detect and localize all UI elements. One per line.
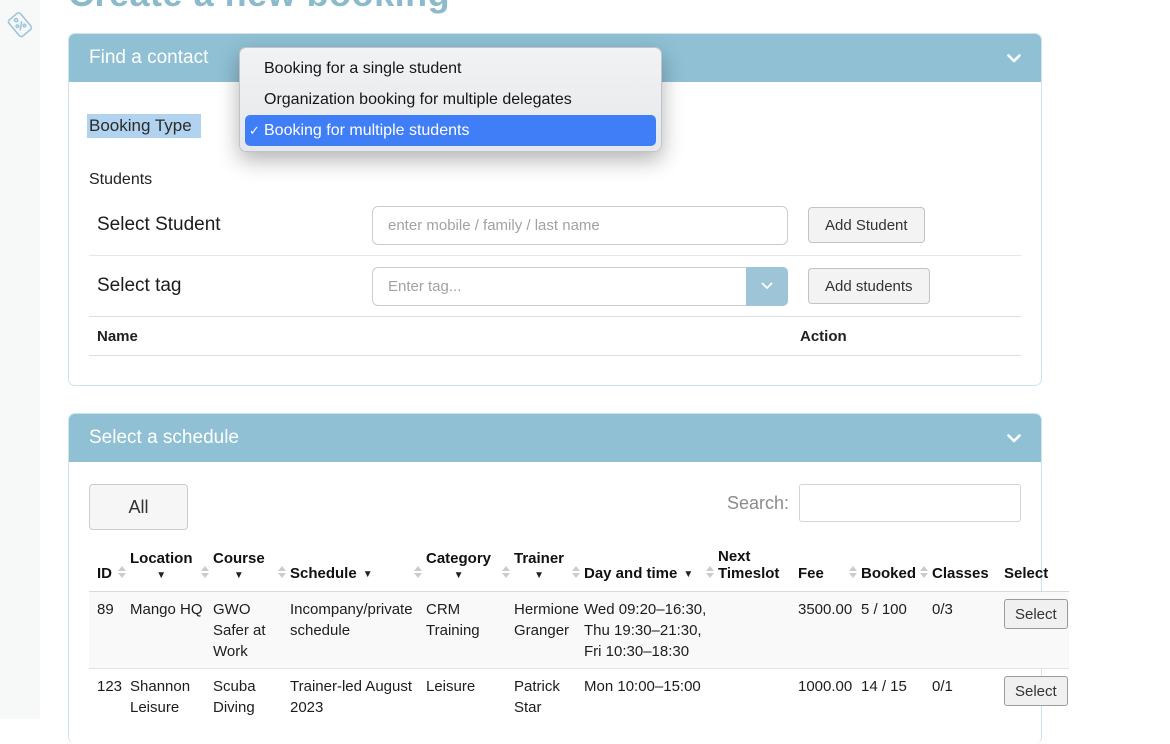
checkmark-icon: ✓ (249, 115, 260, 146)
filter-caret-icon[interactable]: ▼ (514, 570, 564, 582)
find-contact-title: Find a contact (89, 47, 208, 69)
cell-schedule: Incompany/private schedule (290, 592, 426, 669)
schedule-row-123: 123 Shannon Leisure Scuba Diving Trainer… (89, 669, 1069, 725)
chevron-down-icon[interactable] (1007, 434, 1021, 443)
left-sidebar (0, 0, 40, 719)
cell-booked: 5 / 100 (861, 592, 932, 669)
filter-caret-icon[interactable]: ▼ (130, 570, 193, 582)
select-tag-row: Select tag Add students (89, 266, 1021, 306)
sort-icon[interactable] (849, 566, 858, 578)
chevron-down-icon (761, 282, 773, 290)
tag-input-group (372, 267, 788, 306)
select-schedule-button[interactable]: Select (1004, 676, 1068, 706)
select-schedule-button[interactable]: Select (1004, 599, 1068, 629)
dropdown-option-organization[interactable]: ✓ Organization booking for multiple dele… (245, 84, 656, 115)
sort-icon[interactable] (118, 566, 127, 578)
dropdown-option-single-student[interactable]: ✓ Booking for a single student (245, 53, 656, 84)
schedule-toolbar: All Search: (89, 462, 1021, 530)
divider (89, 255, 1021, 256)
cell-classes: 0/1 (932, 669, 1004, 725)
col-header-day-time[interactable]: Day and time▼ (584, 542, 718, 592)
col-header-course[interactable]: Course ▼ (213, 542, 290, 592)
cell-next-timeslot (718, 669, 798, 725)
contacts-col-action: Action (800, 328, 847, 345)
sort-icon[interactable] (502, 566, 511, 578)
select-schedule-panel-header[interactable]: Select a schedule (69, 414, 1041, 462)
cell-next-timeslot (718, 592, 798, 669)
cell-trainer: Hermione Granger (514, 592, 584, 669)
sort-icon[interactable] (278, 566, 287, 578)
schedule-row-89: 89 Mango HQ GWO Safer at Work Incompany/… (89, 592, 1069, 669)
tag-input[interactable] (372, 267, 746, 306)
add-student-button[interactable]: Add Student (808, 207, 925, 243)
cell-id: 123 (89, 669, 130, 725)
col-header-next-timeslot: Next Timeslot (718, 542, 798, 592)
all-filter-button[interactable]: All (89, 484, 188, 530)
dropdown-option-multiple-students[interactable]: ✓ Booking for multiple students (245, 115, 656, 146)
col-header-fee[interactable]: Fee (798, 542, 861, 592)
cell-trainer: Patrick Star (514, 669, 584, 725)
sort-icon[interactable] (920, 566, 929, 578)
cell-category: Leisure (426, 669, 514, 725)
select-schedule-body: All Search: ID Location (69, 462, 1041, 724)
col-header-location[interactable]: Location ▼ (130, 542, 213, 592)
cell-course: Scuba Diving (213, 669, 290, 725)
tag-dropdown-button[interactable] (746, 267, 788, 306)
cell-fee: 1000.00 (798, 669, 861, 725)
ticket-percent-icon[interactable] (5, 8, 35, 40)
search-input[interactable] (799, 484, 1021, 522)
select-schedule-panel: Select a schedule All Search: ID (68, 413, 1042, 744)
col-header-category[interactable]: Category ▼ (426, 542, 514, 592)
cell-schedule: Trainer-led August 2023 (290, 669, 426, 725)
filter-caret-icon[interactable]: ▼ (683, 569, 693, 580)
schedule-search: Search: (727, 484, 1021, 522)
chevron-down-icon[interactable] (1007, 54, 1021, 63)
col-header-id[interactable]: ID (89, 542, 130, 592)
select-student-row: Select Student Add Student (89, 205, 1021, 245)
booking-type-dropdown: ✓ Booking for a single student ✓ Organiz… (239, 47, 662, 152)
cell-booked: 14 / 15 (861, 669, 932, 725)
contacts-table-header: Name Action (89, 316, 1021, 356)
cell-day-time: Mon 10:00–15:00 (584, 669, 718, 725)
cell-day-time: Wed 09:20–16:30, Thu 19:30–21:30, Fri 10… (584, 592, 718, 669)
booking-type-label: Booking Type (87, 114, 201, 138)
sort-icon[interactable] (201, 566, 210, 578)
cell-location: Shannon Leisure (130, 669, 213, 725)
cell-classes: 0/3 (932, 592, 1004, 669)
col-header-booked[interactable]: Booked (861, 542, 932, 592)
filter-caret-icon[interactable]: ▼ (363, 569, 373, 580)
filter-caret-icon[interactable]: ▼ (213, 570, 265, 582)
sort-icon[interactable] (414, 566, 423, 578)
schedule-table: ID Location ▼ Course ▼ Schedule (89, 542, 1069, 724)
select-schedule-title: Select a schedule (89, 427, 239, 449)
sort-icon[interactable] (572, 566, 581, 578)
col-header-select: Select (1004, 542, 1069, 592)
cell-category: CRM Training (426, 592, 514, 669)
select-tag-label: Select tag (89, 275, 372, 297)
add-students-button[interactable]: Add students (808, 268, 930, 304)
schedule-header-row: ID Location ▼ Course ▼ Schedule (89, 542, 1069, 592)
page-title: Create a new booking (68, 0, 450, 15)
cell-location: Mango HQ (130, 592, 213, 669)
cell-id: 89 (89, 592, 130, 669)
filter-caret-icon[interactable]: ▼ (426, 570, 491, 582)
cell-fee: 3500.00 (798, 592, 861, 669)
contacts-col-name: Name (89, 328, 800, 345)
col-header-classes: Classes (932, 542, 1004, 592)
col-header-trainer[interactable]: Trainer ▼ (514, 542, 584, 592)
col-header-schedule[interactable]: Schedule▼ (290, 542, 426, 592)
sort-icon[interactable] (706, 566, 715, 578)
student-search-input[interactable] (372, 206, 788, 245)
select-student-label: Select Student (89, 214, 372, 236)
search-label: Search: (727, 493, 789, 514)
cell-course: GWO Safer at Work (213, 592, 290, 669)
students-heading: Students (89, 171, 1021, 189)
